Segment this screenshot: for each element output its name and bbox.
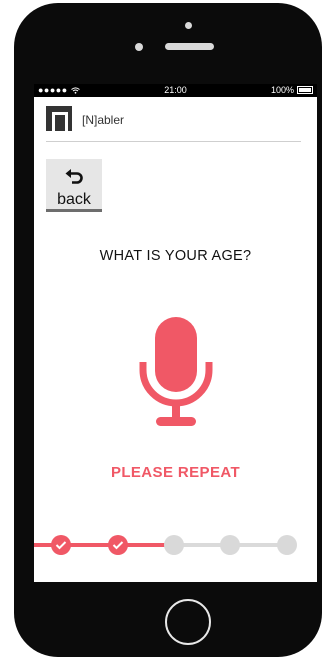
step-2-complete — [108, 535, 128, 555]
app-logo — [46, 106, 72, 134]
battery-percent: 100% — [270, 85, 294, 95]
home-button[interactable] — [165, 599, 211, 645]
proximity-sensor — [135, 43, 143, 51]
check-icon — [112, 541, 124, 550]
earpiece-speaker — [165, 43, 214, 50]
step-3-pending — [164, 535, 184, 555]
app-title: [N]abler — [82, 113, 125, 127]
check-icon — [55, 541, 67, 550]
status-bar: ●●●●● 21:00 100% — [34, 84, 317, 97]
phone-screen: ●●●●● 21:00 100% [N]abler back WHAT IS Y… — [34, 84, 317, 582]
please-repeat-message: PLEASE REPEAT — [110, 464, 241, 481]
battery-icon — [297, 86, 313, 94]
back-button-label: back — [57, 191, 91, 208]
app-header: [N]abler — [34, 97, 317, 141]
question-text: WHAT IS YOUR AGE? — [99, 248, 252, 264]
battery-status: 100% — [271, 85, 313, 95]
step-5-pending — [277, 535, 297, 555]
front-camera — [185, 22, 192, 29]
undo-arrow-icon — [65, 169, 83, 184]
step-1-complete — [51, 535, 71, 555]
back-button[interactable]: back — [46, 159, 102, 212]
microphone-icon[interactable] — [137, 317, 215, 429]
step-4-pending — [220, 535, 240, 555]
progress-tracker — [34, 533, 317, 557]
header-divider — [46, 141, 301, 142]
